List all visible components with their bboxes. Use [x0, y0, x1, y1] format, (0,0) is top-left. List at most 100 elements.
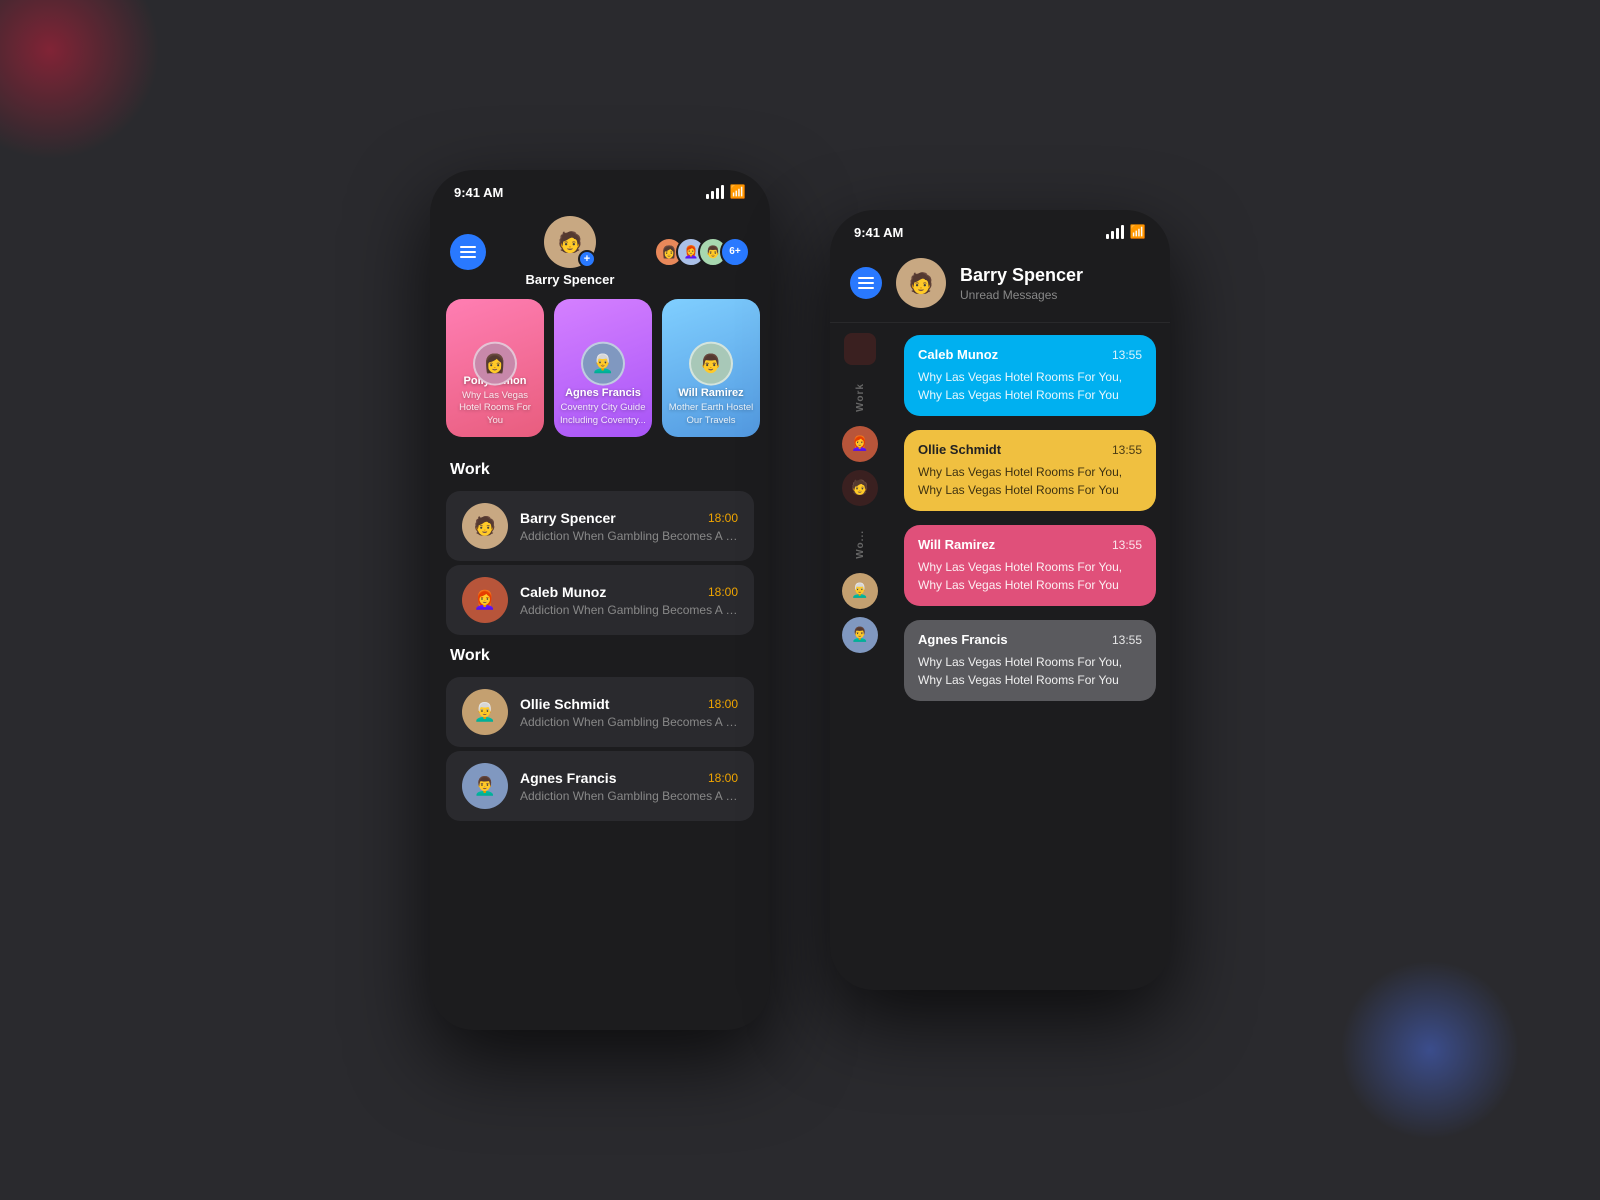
stories-row: 👩 Polly Simon Why Las Vegas Hotel Rooms … [430, 299, 770, 453]
msg-preview-ollie: Addiction When Gambling Becomes A Pr... [520, 715, 738, 729]
card-text-ollie: Why Las Vegas Hotel Rooms For You, Why L… [918, 463, 1142, 499]
story-card-will[interactable]: 👨 Will Ramirez Mother Earth Hostel Our T… [662, 299, 760, 437]
card-top-will: Will Ramirez 13:55 [918, 537, 1142, 552]
msg-avatar-ollie: 👨‍🦳 [462, 689, 508, 735]
right-profile-avatar[interactable]: 🧑 [896, 258, 946, 308]
msg-name-caleb: Caleb Munoz [520, 584, 606, 600]
card-top-caleb: Caleb Munoz 13:55 [918, 347, 1142, 362]
sidebar-av-agnes[interactable]: 👨‍🦱 [842, 617, 878, 653]
phones-container: 9:41 AM 📶 🧑 + [430, 170, 1170, 1030]
left-phone: 9:41 AM 📶 🧑 + [430, 170, 770, 1030]
card-text-will: Why Las Vegas Hotel Rooms For You, Why L… [918, 558, 1142, 594]
msg-top-caleb: Caleb Munoz 18:00 [520, 584, 738, 600]
msg-content-agnes: Agnes Francis 18:00 Addiction When Gambl… [520, 770, 738, 803]
msg-card-caleb[interactable]: Caleb Munoz 13:55 Why Las Vegas Hotel Ro… [904, 335, 1156, 416]
msg-card-agnes[interactable]: Agnes Francis 13:55 Why Las Vegas Hotel … [904, 620, 1156, 701]
msg-card-ollie[interactable]: Ollie Schmidt 13:55 Why Las Vegas Hotel … [904, 430, 1156, 511]
time-left: 9:41 AM [454, 185, 503, 200]
msg-name-barry: Barry Spencer [520, 510, 616, 526]
bg-decoration-blue [1340, 960, 1520, 1140]
msg-avatar-agnes: 👨‍🦱 [462, 763, 508, 809]
msg-preview-agnes: Addiction When Gambling Becomes A Pr... [520, 789, 738, 803]
card-time-agnes-right: 13:55 [1112, 633, 1142, 647]
signal-icon-right [1106, 225, 1124, 239]
section-label-work-2: Work [430, 639, 770, 673]
story-desc-will: Mother Earth Hostel Our Travels [662, 402, 760, 427]
msg-content-barry: Barry Spencer 18:00 Addiction When Gambl… [520, 510, 738, 543]
avatars-group: 👩 👩‍🦰 👨 6+ [654, 237, 750, 267]
profile-avatar-wrap[interactable]: 🧑 + [544, 216, 596, 268]
message-item-barry[interactable]: 🧑 Barry Spencer 18:00 Addiction When Gam… [446, 491, 754, 561]
msg-preview-caleb: Addiction When Gambling Becomes A Pr... [520, 603, 738, 617]
msg-name-ollie: Ollie Schmidt [520, 696, 609, 712]
right-menu-button[interactable] [850, 267, 882, 299]
msg-name-agnes: Agnes Francis [520, 770, 616, 786]
msg-card-will[interactable]: Will Ramirez 13:55 Why Las Vegas Hotel R… [904, 525, 1156, 606]
story-name-will: Will Ramirez [678, 387, 743, 400]
msg-content-caleb: Caleb Munoz 18:00 Addiction When Gamblin… [520, 584, 738, 617]
wifi-icon-right: 📶 [1130, 224, 1146, 240]
card-time-caleb: 13:55 [1112, 348, 1142, 362]
hamburger-icon [460, 246, 476, 258]
story-desc-agnes: Coventry City Guide Including Coventry..… [554, 402, 652, 427]
status-bar-left: 9:41 AM 📶 [430, 170, 770, 208]
profile-center: 🧑 + Barry Spencer [526, 216, 615, 287]
card-top-agnes-right: Agnes Francis 13:55 [918, 632, 1142, 647]
card-name-will: Will Ramirez [918, 537, 995, 552]
msg-preview-barry: Addiction When Gambling Becomes A Pr... [520, 529, 738, 543]
message-item-ollie[interactable]: 👨‍🦳 Ollie Schmidt 18:00 Addiction When G… [446, 677, 754, 747]
msg-time-agnes: 18:00 [708, 771, 738, 785]
story-avatar-agnes: 👨‍🦳 [581, 342, 625, 386]
sidebar-av-barry[interactable]: 🧑 [842, 470, 878, 506]
status-icons-left: 📶 [706, 184, 746, 200]
sidebar-av-caleb[interactable]: 👩‍🦰 [842, 426, 878, 462]
phone-header-left: 🧑 + Barry Spencer 👩 👩‍🦰 👨 6+ [430, 208, 770, 299]
time-right: 9:41 AM [854, 225, 903, 240]
sidebar-dark-block [844, 333, 876, 365]
card-text-caleb: Why Las Vegas Hotel Rooms For You, Why L… [918, 368, 1142, 404]
group-avatar-more[interactable]: 6+ [720, 237, 750, 267]
story-card-polly[interactable]: 👩 Polly Simon Why Las Vegas Hotel Rooms … [446, 299, 544, 437]
right-title: Barry Spencer Unread Messages [960, 265, 1150, 302]
msg-top-agnes: Agnes Francis 18:00 [520, 770, 738, 786]
sidebar-section-work1: Work 👩‍🦰 🧑 [842, 377, 878, 506]
sidebar-label-wo: Wo... [855, 530, 866, 559]
msg-avatar-barry: 🧑 [462, 503, 508, 549]
story-avatar-will: 👨 [689, 342, 733, 386]
card-time-will: 13:55 [1112, 538, 1142, 552]
msg-avatar-caleb: 👩‍🦰 [462, 577, 508, 623]
message-item-agnes[interactable]: 👨‍🦱 Agnes Francis 18:00 Addiction When G… [446, 751, 754, 821]
card-name-caleb: Caleb Munoz [918, 347, 998, 362]
bg-decoration-red [0, 0, 160, 160]
msg-time-ollie: 18:00 [708, 697, 738, 711]
story-card-agnes[interactable]: 👨‍🦳 Agnes Francis Coventry City Guide In… [554, 299, 652, 437]
right-hamburger-icon [858, 277, 874, 289]
card-time-ollie: 13:55 [1112, 443, 1142, 457]
status-bar-right: 9:41 AM 📶 [830, 210, 1170, 248]
story-name-agnes: Agnes Francis [565, 387, 641, 400]
sidebar-label-work: Work [855, 383, 866, 412]
sidebar-section-work2: Wo... 👨‍🦳 👨‍🦱 [842, 524, 878, 653]
right-header: 🧑 Barry Spencer Unread Messages [830, 248, 1170, 323]
msg-content-ollie: Ollie Schmidt 18:00 Addiction When Gambl… [520, 696, 738, 729]
section-label-work-1: Work [430, 453, 770, 487]
right-phone: 9:41 AM 📶 🧑 Barry Spencer [830, 210, 1170, 990]
msg-top-ollie: Ollie Schmidt 18:00 [520, 696, 738, 712]
card-text-agnes-right: Why Las Vegas Hotel Rooms For You, Why L… [918, 653, 1142, 689]
menu-button[interactable] [450, 234, 486, 270]
right-title-name: Barry Spencer [960, 265, 1150, 286]
wifi-icon: 📶 [730, 184, 746, 200]
profile-name: Barry Spencer [526, 272, 615, 287]
story-desc-polly: Why Las Vegas Hotel Rooms For You [446, 390, 544, 427]
card-name-agnes-right: Agnes Francis [918, 632, 1008, 647]
card-name-ollie: Ollie Schmidt [918, 442, 1001, 457]
right-messages: Caleb Munoz 13:55 Why Las Vegas Hotel Ro… [890, 323, 1170, 973]
msg-time-barry: 18:00 [708, 511, 738, 525]
msg-time-caleb: 18:00 [708, 585, 738, 599]
message-item-caleb[interactable]: 👩‍🦰 Caleb Munoz 18:00 Addiction When Gam… [446, 565, 754, 635]
right-title-sub: Unread Messages [960, 288, 1150, 302]
msg-top-barry: Barry Spencer 18:00 [520, 510, 738, 526]
signal-icon [706, 185, 724, 199]
status-icons-right: 📶 [1106, 224, 1146, 240]
sidebar-av-ollie[interactable]: 👨‍🦳 [842, 573, 878, 609]
